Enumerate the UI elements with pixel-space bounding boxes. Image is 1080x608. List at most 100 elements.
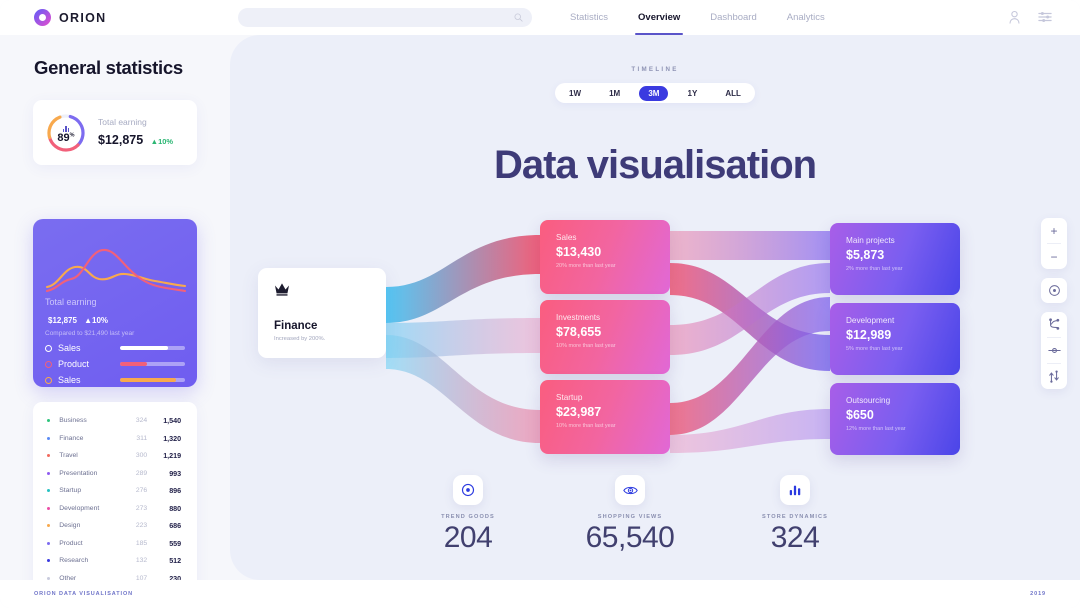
stat-shopping-views[interactable]: SHOPPING VIEWS 65,540 bbox=[575, 475, 685, 555]
legend-dot-icon bbox=[45, 360, 52, 368]
node-value: $13,430 bbox=[556, 245, 602, 259]
nav-label: Dashboard bbox=[710, 12, 757, 23]
canvas-toolbar: + − bbox=[1041, 218, 1067, 398]
list-item[interactable]: Research 132 512 bbox=[33, 552, 197, 570]
total-earning-card[interactable]: 89% Total earning $12,875 ▲10% bbox=[33, 100, 197, 165]
total-earning-delta: ▲10% bbox=[150, 136, 174, 146]
list-item-name: Development bbox=[59, 504, 100, 512]
main-panel: TIMELINE 1W 1M 3M 1Y ALL Data visualisat… bbox=[230, 35, 1080, 580]
branch-icon bbox=[1049, 318, 1060, 330]
node-value: $23,987 bbox=[556, 405, 602, 419]
brand-name: ORION bbox=[59, 10, 107, 25]
node-investments[interactable]: Investments $78,655 10% more than last y… bbox=[540, 300, 670, 374]
top-header: ORION Statistics Overview Dashboard Anal… bbox=[0, 0, 1080, 35]
search-icon[interactable] bbox=[514, 13, 523, 22]
list-item[interactable]: Travel 300 1,219 bbox=[33, 447, 197, 465]
list-item[interactable]: Product 185 559 bbox=[33, 535, 197, 553]
donut-value: 89% bbox=[57, 131, 75, 144]
earning-highlight-card[interactable]: Total earning $12,875 ▲10% Compared to $… bbox=[33, 219, 197, 387]
main-nav: Statistics Overview Dashboard Analytics bbox=[555, 0, 840, 35]
node-icon bbox=[1047, 348, 1061, 353]
search-bar[interactable] bbox=[238, 8, 532, 27]
list-item-name: Presentation bbox=[59, 469, 98, 477]
search-input[interactable] bbox=[250, 13, 500, 22]
nav-item-overview[interactable]: Overview bbox=[623, 0, 695, 35]
footer-left: ORION DATA VISUALISATION bbox=[34, 591, 134, 597]
node-value: $650 bbox=[846, 408, 874, 422]
legend-track bbox=[120, 378, 185, 382]
list-item-mid: 185 bbox=[135, 539, 148, 547]
stat-label: STORE DYNAMICS bbox=[762, 514, 828, 520]
legend-row-sales-white: Sales bbox=[45, 343, 185, 353]
legend-label: Sales bbox=[58, 343, 81, 353]
legend-track bbox=[120, 346, 185, 350]
target-icon bbox=[1048, 285, 1060, 296]
bullet-icon bbox=[47, 454, 51, 458]
list-item-value: 993 bbox=[169, 468, 182, 478]
list-item-mid: 223 bbox=[135, 522, 148, 530]
stat-value: 324 bbox=[770, 521, 820, 554]
node-development[interactable]: Development $12,989 5% more than last ye… bbox=[830, 303, 960, 375]
stat-trend-goods[interactable]: TREND GOODS 204 bbox=[413, 475, 523, 555]
orion-logo-icon bbox=[34, 9, 51, 26]
list-item-mid: 324 bbox=[135, 417, 148, 425]
list-item-value: 896 bbox=[169, 486, 182, 496]
legend-row-product: Product bbox=[45, 359, 185, 369]
zoom-in-button[interactable]: + bbox=[1041, 218, 1067, 243]
list-item[interactable]: Finance 311 1,320 bbox=[33, 430, 197, 448]
nav-item-analytics[interactable]: Analytics bbox=[772, 0, 840, 35]
footer-right: 2019 bbox=[1030, 591, 1046, 597]
node-label: Development bbox=[846, 316, 895, 325]
node-value: $5,873 bbox=[846, 248, 885, 262]
node-outsourcing[interactable]: Outsourcing $650 12% more than last year bbox=[830, 383, 960, 455]
list-item[interactable]: Design 223 686 bbox=[33, 517, 197, 535]
node-label: Main projects bbox=[846, 236, 895, 245]
node-sales[interactable]: Sales $13,430 20% more than last year bbox=[540, 220, 670, 294]
donut-chart: 89% bbox=[45, 112, 87, 154]
legend-dot-icon bbox=[45, 344, 52, 352]
list-item-value: 512 bbox=[169, 556, 182, 566]
app-window: ORION Statistics Overview Dashboard Anal… bbox=[0, 0, 1080, 608]
crown-icon bbox=[275, 283, 289, 296]
list-item[interactable]: Presentation 289 993 bbox=[33, 465, 197, 483]
bullet-icon bbox=[47, 541, 51, 545]
nav-item-statistics[interactable]: Statistics bbox=[555, 0, 623, 35]
highlight-amount: $12,875 ▲10% bbox=[48, 316, 109, 325]
list-item[interactable]: Business 324 1,540 bbox=[33, 412, 197, 430]
source-node-finance[interactable]: Finance Increased by 200%. bbox=[258, 268, 386, 358]
branch-layout-button[interactable] bbox=[1041, 312, 1067, 337]
zoom-group: + − bbox=[1041, 218, 1067, 269]
sidebar: General statistics 89% Total earning $12… bbox=[0, 35, 230, 597]
list-item-name: Business bbox=[59, 417, 87, 425]
zoom-out-button[interactable]: − bbox=[1041, 244, 1067, 269]
center-view-button[interactable] bbox=[1041, 278, 1067, 303]
source-node-sub: Increased by 200%. bbox=[274, 336, 326, 342]
legend-dot-icon bbox=[45, 376, 52, 384]
bar-chart-icon bbox=[780, 475, 810, 505]
node-main-projects[interactable]: Main projects $5,873 2% more than last y… bbox=[830, 223, 960, 295]
node-startup[interactable]: Startup $23,987 10% more than last year bbox=[540, 380, 670, 454]
compare-button[interactable] bbox=[1041, 364, 1067, 389]
nav-label: Overview bbox=[638, 12, 681, 23]
layout-group bbox=[1041, 312, 1067, 389]
list-item-mid: 276 bbox=[135, 487, 148, 495]
legend-row-sales-orange: Sales bbox=[45, 375, 185, 385]
list-item-value: 686 bbox=[169, 521, 182, 531]
list-item-name: Product bbox=[59, 539, 83, 547]
node-sub: 5% more than last year bbox=[846, 346, 903, 352]
node-sub: 12% more than last year bbox=[846, 426, 906, 432]
bullet-icon bbox=[47, 559, 51, 563]
user-icon[interactable] bbox=[1008, 10, 1021, 24]
sliders-icon[interactable] bbox=[1038, 10, 1052, 24]
list-item-mid: 300 bbox=[135, 452, 148, 460]
nav-item-dashboard[interactable]: Dashboard bbox=[695, 0, 771, 35]
stat-store-dynamics[interactable]: STORE DYNAMICS 324 bbox=[740, 475, 850, 555]
node-label: Startup bbox=[556, 393, 583, 402]
center-group bbox=[1041, 278, 1067, 303]
brand-logo[interactable]: ORION bbox=[34, 9, 106, 26]
list-item[interactable]: Development 273 880 bbox=[33, 500, 197, 518]
bullet-icon bbox=[47, 506, 51, 510]
node-layout-button[interactable] bbox=[1041, 338, 1067, 363]
footer: ORION DATA VISUALISATION 2019 bbox=[0, 580, 1080, 608]
list-item[interactable]: Startup 276 896 bbox=[33, 482, 197, 500]
